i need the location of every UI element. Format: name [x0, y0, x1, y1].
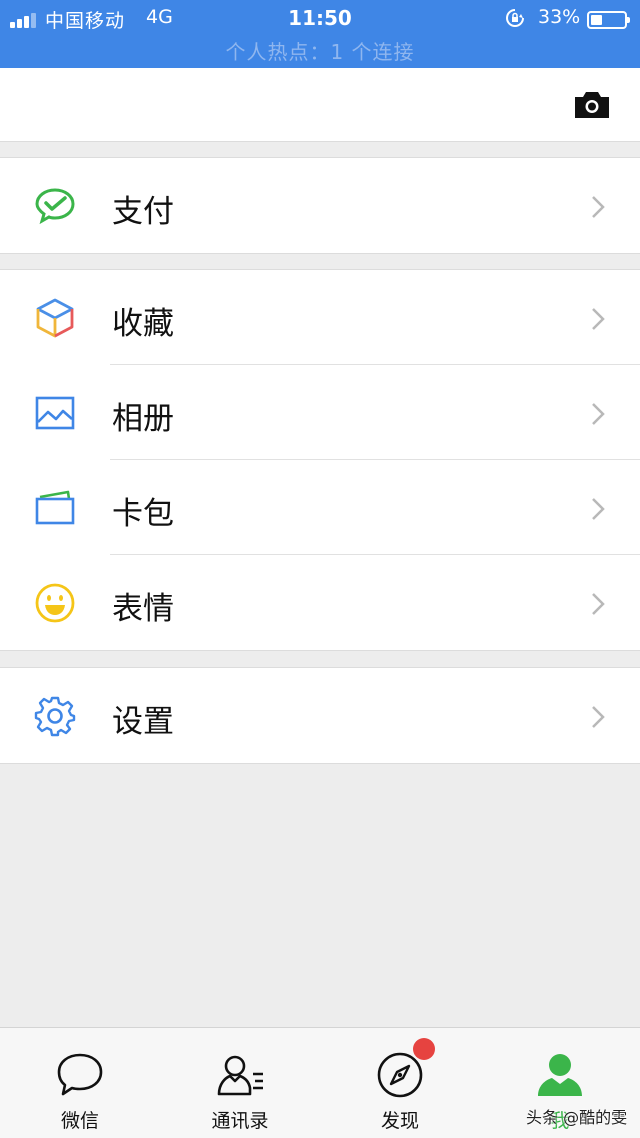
menu-item-settings[interactable]: 设置	[0, 668, 640, 763]
card-wallet-icon	[35, 490, 75, 525]
menu-item-label: 收藏	[112, 306, 174, 342]
contacts-icon	[217, 1055, 263, 1096]
chevron-right-icon	[592, 403, 605, 425]
smiley-face-icon	[35, 583, 75, 623]
hotspot-banner[interactable]: 个人热点：1 个连接	[0, 36, 640, 65]
battery-level-fill	[591, 15, 602, 25]
chevron-right-icon	[592, 498, 605, 520]
menu-item-favorites[interactable]: 收藏	[0, 270, 640, 365]
tab-discover[interactable]: 发现	[320, 1028, 480, 1138]
chat-bubble-icon	[57, 1053, 103, 1096]
chevron-right-icon	[592, 308, 605, 330]
menu-item-label: 表情	[112, 591, 174, 627]
menu-item-stickers[interactable]: 表情	[0, 555, 640, 650]
menu-item-album[interactable]: 相册	[0, 365, 640, 460]
menu-item-label: 设置	[112, 704, 174, 740]
settings-group: 设置	[0, 667, 640, 764]
menu-item-label: 相册	[112, 401, 174, 437]
discover-badge-dot	[413, 1038, 435, 1060]
profile-header	[0, 68, 640, 142]
tab-chats[interactable]: 微信	[0, 1028, 160, 1138]
tab-contacts[interactable]: 通讯录	[160, 1028, 320, 1138]
status-bar: 中国移动 4G 11:50 33% 个人热点：1 个连接	[0, 0, 640, 68]
wechat-pay-icon	[35, 188, 75, 225]
battery-icon	[587, 11, 630, 29]
tab-label: 发现	[380, 1110, 419, 1132]
rotation-lock-icon	[506, 9, 524, 27]
chevron-right-icon	[592, 706, 605, 728]
collection-group: 收藏 相册 卡包 表情	[0, 269, 640, 651]
menu-item-card-wallet[interactable]: 卡包	[0, 460, 640, 555]
chevron-right-icon	[592, 593, 605, 615]
camera-icon[interactable]	[573, 90, 611, 120]
watermark: 头条 @酷的雯	[526, 1108, 628, 1127]
menu-item-label: 卡包	[112, 496, 174, 532]
tab-label: 通讯录	[211, 1110, 269, 1132]
gear-icon	[34, 696, 76, 737]
favorites-cube-icon	[36, 298, 74, 338]
battery-percent: 33%	[538, 6, 581, 28]
menu-item-pay[interactable]: 支付	[0, 158, 640, 253]
chevron-right-icon	[592, 196, 605, 218]
menu-item-label: 支付	[112, 194, 174, 230]
tab-label: 微信	[60, 1110, 99, 1132]
person-icon	[538, 1054, 582, 1096]
pay-group: 支付	[0, 157, 640, 254]
album-picture-icon	[35, 396, 75, 430]
